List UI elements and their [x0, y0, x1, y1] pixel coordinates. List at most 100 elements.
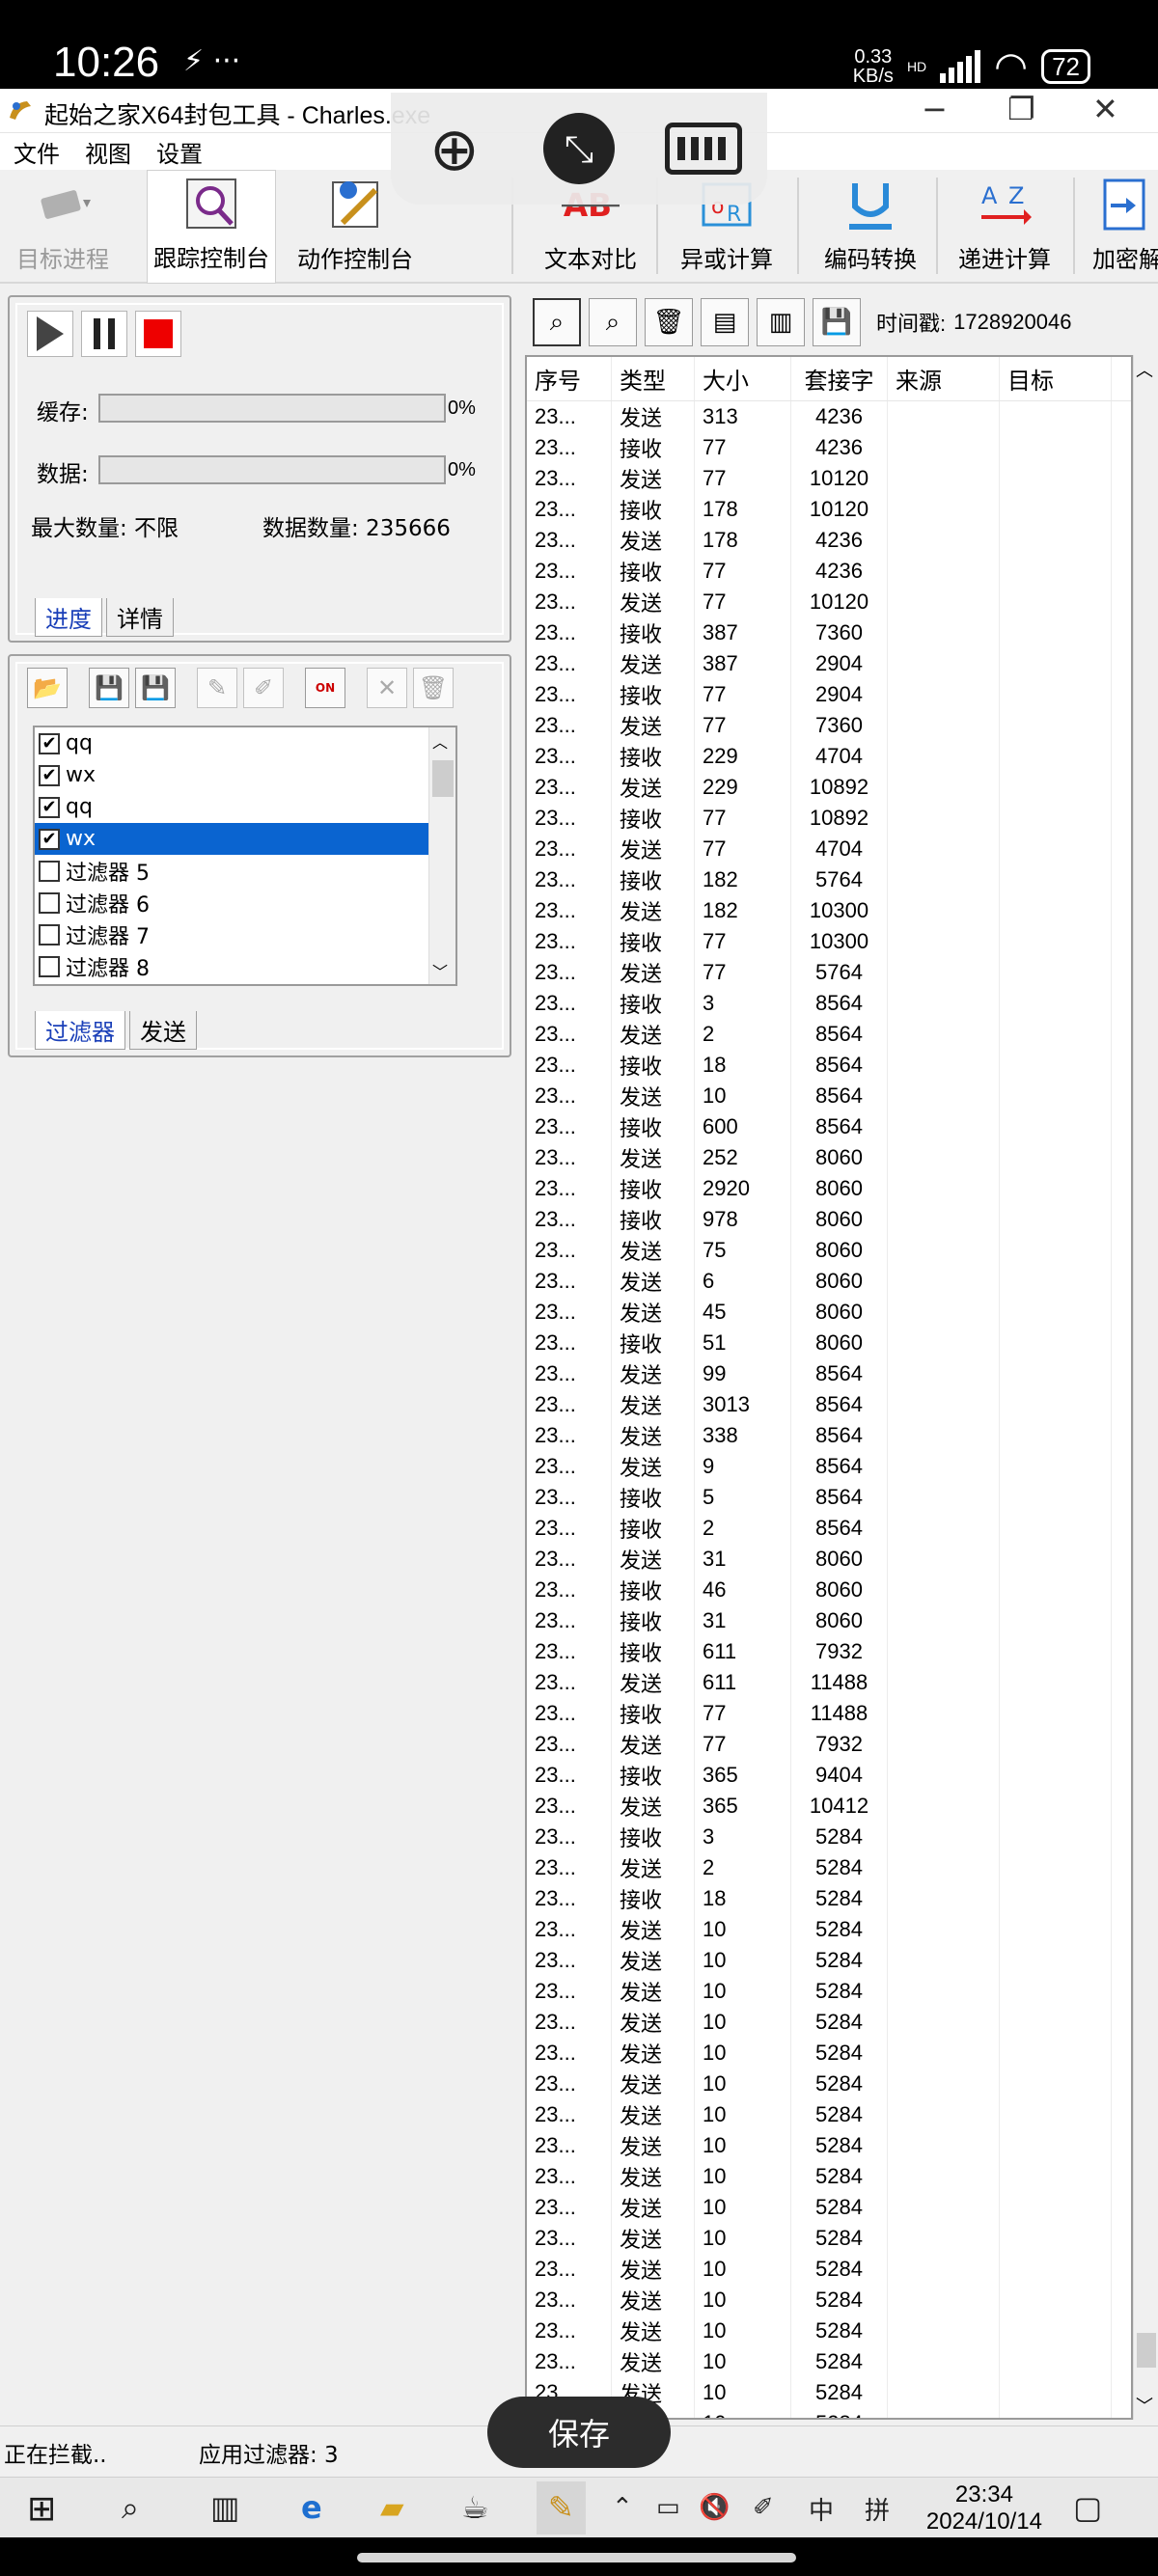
filter-item[interactable]: ✔ wx — [35, 823, 455, 855]
table-row[interactable]: 23... 接收 51 8060 — [527, 1328, 1131, 1358]
table-row[interactable]: 23... 接收 178 10120 — [527, 494, 1131, 525]
home-indicator[interactable] — [357, 2553, 796, 2562]
scroll-up-icon[interactable]: ︿ — [432, 729, 448, 753]
keyboard-button[interactable] — [665, 110, 742, 187]
table-row[interactable]: 23...发送105284 — [527, 2254, 1131, 2285]
table-row[interactable]: 23... 发送 338 8564 — [527, 1420, 1131, 1451]
tab-progress[interactable]: 进度 — [35, 598, 102, 637]
table-row[interactable]: 23... 发送 6 8060 — [527, 1266, 1131, 1297]
scroll-down-icon[interactable]: ﹀ — [432, 959, 448, 982]
col-socket[interactable]: 套接字 — [791, 357, 888, 400]
table-row[interactable]: 23... 发送 77 10120 — [527, 587, 1131, 617]
trace-console-button[interactable]: 跟踪控制台 — [147, 170, 276, 284]
table-row[interactable]: 23... 发送 2 5284 — [527, 1852, 1131, 1883]
table-row[interactable]: 23...发送105284 — [527, 2161, 1131, 2192]
network-icon[interactable]: ▭ — [656, 2493, 680, 2522]
tab-send[interactable]: 发送 — [129, 1011, 197, 1050]
pen-icon[interactable]: ✐ — [753, 2493, 774, 2522]
table-row[interactable]: 23...发送105284 — [527, 2316, 1131, 2346]
filter-checkbox[interactable]: ✔ — [39, 764, 60, 786]
find-icon[interactable]: ⌕ — [533, 298, 581, 346]
scroll-thumb[interactable] — [1137, 2333, 1156, 2368]
table-row[interactable]: 23... 发送 178 4236 — [527, 525, 1131, 556]
table-scrollbar[interactable]: ︿ ﹀ — [1133, 355, 1158, 2420]
start-windows-icon[interactable]: ⊞ — [27, 2489, 56, 2529]
search-icon[interactable]: ⌕ — [122, 2489, 139, 2527]
table-row[interactable]: 23... 接收 77 10892 — [527, 803, 1131, 834]
volume-muted-icon[interactable]: 🔇 — [699, 2493, 730, 2522]
filter-item[interactable]: ✔ qq — [35, 727, 455, 759]
copy-icon[interactable]: ▥ — [757, 298, 805, 346]
table-row[interactable]: 23... 发送 387 2904 — [527, 648, 1131, 679]
notification-center-icon[interactable]: ▢ — [1073, 2489, 1102, 2526]
filter-checkbox[interactable]: ✔ — [39, 796, 60, 818]
table-row[interactable]: 23... 接收 229 4704 — [527, 741, 1131, 772]
table-row[interactable]: 23... 接收 365 9404 — [527, 1760, 1131, 1791]
filter-item[interactable]: ✔ qq — [35, 791, 455, 823]
filter-checkbox[interactable] — [39, 923, 60, 945]
pause-button[interactable] — [81, 311, 127, 357]
pencil-icon[interactable]: ✐ — [243, 668, 284, 708]
ime-chinese[interactable]: 中 — [809, 2491, 834, 2527]
search-icon[interactable]: ⌕ — [589, 298, 637, 346]
table-row[interactable]: 23... 接收 600 8564 — [527, 1111, 1131, 1142]
table-row[interactable]: 23...发送105284 — [527, 2038, 1131, 2069]
table-row[interactable]: 23...发送105284 — [527, 2223, 1131, 2254]
table-row[interactable]: 23... 接收 77 10300 — [527, 926, 1131, 957]
menu-file[interactable]: 文件 — [14, 135, 60, 169]
edge-browser-icon[interactable]: e — [301, 2489, 322, 2526]
table-row[interactable]: 23... 发送 611 11488 — [527, 1667, 1131, 1698]
table-row[interactable]: 23... 发送 75 8060 — [527, 1235, 1131, 1266]
file-explorer-icon[interactable]: ▰ — [380, 2489, 404, 2526]
col-type[interactable]: 类型 — [612, 357, 695, 400]
table-row[interactable]: 23... 接收 2920 8060 — [527, 1173, 1131, 1204]
app-pinned-icon[interactable]: ☕ — [461, 2489, 489, 2526]
table-row[interactable]: 23... 发送 77 5764 — [527, 957, 1131, 988]
recursive-calc-button[interactable]: AZ 递进计算 — [951, 170, 1058, 284]
table-row[interactable]: 23... 发送 99 8564 — [527, 1358, 1131, 1389]
stop-button[interactable] — [135, 311, 181, 357]
ime-pinyin[interactable]: 拼 — [865, 2491, 890, 2527]
table-row[interactable]: 23...发送105284 — [527, 2346, 1131, 2377]
encode-convert-button[interactable]: 编码转换 — [813, 170, 928, 284]
filter-item[interactable]: 过滤器 7 — [35, 918, 455, 950]
table-row[interactable]: 23...发送105284 — [527, 2192, 1131, 2223]
packet-table[interactable]: 序号 类型 大小 套接字 来源 目标 23... 发送 313 4236 23... 接收… — [525, 355, 1133, 2420]
filter-list[interactable]: ✔ qq ✔ wx ✔ qq ✔ wx 过滤器 5 过滤器 6 过滤器 7 过滤器 8 ︿ ﹀ — [33, 726, 457, 986]
filter-list-scrollbar[interactable]: ︿ ﹀ — [428, 727, 455, 984]
table-row[interactable]: 23... 发送 313 4236 — [527, 401, 1131, 432]
table-row[interactable]: 23... 发送 31 8060 — [527, 1544, 1131, 1575]
table-row[interactable]: 23... 发送 9 8564 — [527, 1451, 1131, 1482]
col-size[interactable]: 大小 — [695, 357, 791, 400]
save-icon[interactable]: 💾 — [813, 298, 861, 346]
filter-item[interactable]: 过滤器 8 — [35, 950, 455, 982]
col-index[interactable]: 序号 — [527, 357, 612, 400]
menu-settings[interactable]: 设置 — [156, 135, 203, 169]
tab-details[interactable]: 详情 — [106, 598, 174, 637]
table-row[interactable]: 23...发送105284 — [527, 1914, 1131, 1945]
table-row[interactable]: 23... 发送 77 7360 — [527, 710, 1131, 741]
table-row[interactable]: 23... 发送 45 8060 — [527, 1297, 1131, 1328]
minimize-button[interactable]: − — [922, 91, 948, 127]
table-row[interactable]: 23... 发送 182 10300 — [527, 895, 1131, 926]
filter-checkbox[interactable] — [39, 955, 60, 977]
table-row[interactable]: 23... 发送 229 10892 — [527, 772, 1131, 803]
filter-checkbox[interactable] — [39, 891, 60, 914]
col-source[interactable]: 来源 — [888, 357, 1000, 400]
filter-checkbox[interactable]: ✔ — [39, 828, 60, 850]
table-row[interactable]: 23... 接收 387 7360 — [527, 617, 1131, 648]
menu-view[interactable]: 视图 — [85, 135, 131, 169]
table-row[interactable]: 23...发送105284 — [527, 2285, 1131, 2316]
trash-icon[interactable]: 🗑 — [645, 298, 693, 346]
table-row[interactable]: 23...发送105284 — [527, 2007, 1131, 2038]
table-row[interactable]: 23... 发送 2 8564 — [527, 1019, 1131, 1050]
filter-checkbox[interactable]: ✔ — [39, 732, 60, 754]
trash-icon[interactable]: 🗑 — [413, 668, 454, 708]
scroll-down-icon[interactable]: ﹀ — [1136, 2393, 1153, 2418]
delete-x-icon[interactable]: ✕ — [367, 668, 407, 708]
table-row[interactable]: 23... 发送 77 7932 — [527, 1729, 1131, 1760]
filter-item[interactable]: 过滤器 6 — [35, 887, 455, 918]
tray-overflow-icon[interactable]: ⌃ — [612, 2493, 633, 2522]
start-button[interactable] — [27, 311, 73, 357]
table-row[interactable]: 23... 接收 18 5284 — [527, 1883, 1131, 1914]
